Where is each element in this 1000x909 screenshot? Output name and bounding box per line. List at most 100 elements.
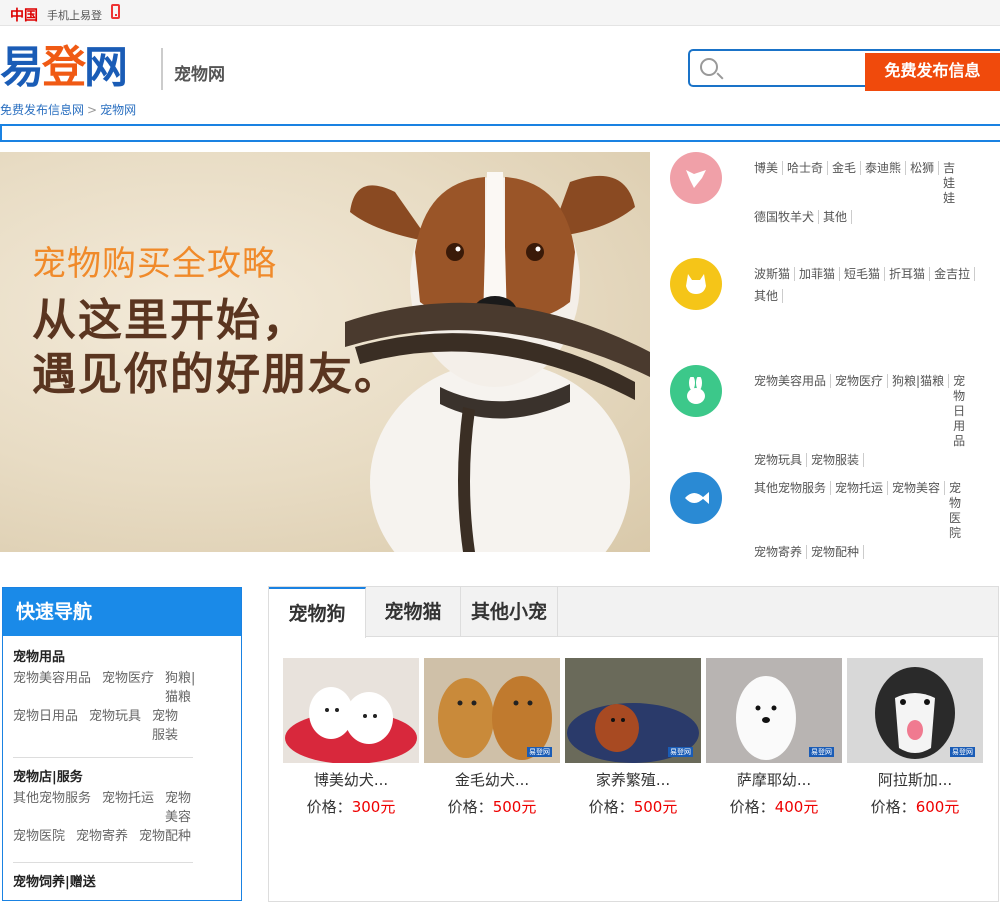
fish-icon[interactable] <box>670 472 722 524</box>
category-link[interactable]: 宠物美容用品 <box>750 374 832 388</box>
watermark: 易登网 <box>527 747 552 757</box>
quick-nav-section: 宠物店|服务 其他宠物服务 宠物托运 宠物美容 宠物医院 宠物寄养 宠物配种 <box>3 766 241 863</box>
breadcrumb-home[interactable]: 免费发布信息网 <box>0 103 84 117</box>
category-link[interactable]: 其他 <box>750 289 784 303</box>
logo-char-2: 登 <box>42 42 86 93</box>
quick-nav-link[interactable]: 宠物日用品 <box>13 707 78 726</box>
category-link[interactable]: 宠物寄养 <box>750 545 808 559</box>
channel-name[interactable]: 宠物网 <box>174 60 225 85</box>
pet-card[interactable]: 易登网 萨摩耶幼... 价格：400元 <box>706 658 842 817</box>
category-link[interactable]: 狗粮|猫粮 <box>888 374 950 388</box>
category-link[interactable]: 宠物医疗 <box>831 374 889 388</box>
tab-dogs[interactable]: 宠物狗 <box>269 587 366 638</box>
category-link[interactable]: 短毛猫 <box>840 267 886 281</box>
nav-bar <box>0 124 1000 142</box>
search-input[interactable] <box>726 55 856 81</box>
quick-nav-link[interactable]: 狗粮|猫粮 <box>165 669 197 707</box>
quick-nav-link[interactable]: 宠物美容用品 <box>13 669 91 688</box>
breadcrumb-separator: > <box>87 103 98 117</box>
logo-divider <box>161 48 163 90</box>
price-label: 价格： <box>729 798 775 816</box>
phone-icon[interactable] <box>111 4 120 19</box>
quick-nav-section-title[interactable]: 宠物饲养|赠送 <box>13 871 231 890</box>
category-links: 其他宠物服务 宠物托运 宠物美容 宠物医院宠物寄养 宠物配种 <box>750 477 990 563</box>
pet-photo[interactable] <box>283 658 419 763</box>
quick-nav-link[interactable]: 宠物配种 <box>139 827 191 846</box>
tab-small-pets[interactable]: 其他小宠 <box>461 587 558 637</box>
quick-nav-link[interactable]: 宠物医院 <box>13 827 65 846</box>
banner-headline: 宠物购买全攻略 <box>32 244 277 284</box>
category-link[interactable]: 波斯猫 <box>750 267 796 281</box>
price-label: 价格： <box>588 798 634 816</box>
category-link[interactable]: 折耳猫 <box>885 267 931 281</box>
dog-with-leash-image <box>345 172 650 552</box>
region-china-link[interactable]: 中国 <box>10 5 38 25</box>
category-links: 波斯猫 加菲猫 短毛猫 折耳猫 金吉拉其他 <box>750 263 990 307</box>
pet-card[interactable]: 易登网 阿拉斯加... 价格：600元 <box>847 658 983 817</box>
quick-nav-section-title[interactable]: 宠物用品 <box>13 646 231 665</box>
pet-title[interactable]: 金毛幼犬... <box>424 769 560 790</box>
price-value: 500元 <box>633 798 678 816</box>
pet-photo[interactable]: 易登网 <box>706 658 842 763</box>
category-link[interactable]: 博美 <box>750 161 784 175</box>
quick-nav-section: 宠物用品 宠物美容用品 宠物医疗 狗粮|猫粮 宠物日用品 宠物玩具 宠物服装 <box>3 636 241 758</box>
pet-card[interactable]: 易登网 金毛幼犬... 价格：500元 <box>424 658 560 817</box>
pet-title[interactable]: 博美幼犬... <box>283 769 419 790</box>
category-link[interactable]: 其他 <box>819 210 853 224</box>
dog-icon[interactable] <box>670 152 722 204</box>
category-link[interactable]: 宠物配种 <box>807 545 865 559</box>
cat-icon[interactable] <box>670 258 722 310</box>
pet-price: 价格：500元 <box>565 796 701 817</box>
category-link[interactable]: 宠物服装 <box>807 453 865 467</box>
watermark: 易登网 <box>809 747 834 757</box>
quick-nav-link[interactable]: 其他宠物服务 <box>13 789 91 808</box>
category-link[interactable]: 宠物托运 <box>831 481 889 495</box>
logo-char-1: 易 <box>0 42 44 93</box>
price-value: 300元 <box>351 798 396 816</box>
pet-photo[interactable]: 易登网 <box>424 658 560 763</box>
category-link[interactable]: 金吉拉 <box>930 267 976 281</box>
post-free-info-button[interactable]: 免费发布信息 <box>865 53 1000 91</box>
breadcrumb-current[interactable]: 宠物网 <box>100 103 136 117</box>
site-logo[interactable]: 易登网 <box>0 40 128 96</box>
logo-char-3: 网 <box>84 42 128 93</box>
category-link[interactable]: 加菲猫 <box>795 267 841 281</box>
quick-nav-link[interactable]: 宠物服装 <box>152 707 184 745</box>
category-link[interactable]: 宠物日用品 <box>949 374 979 449</box>
category-link[interactable]: 宠物玩具 <box>750 453 808 467</box>
price-value: 400元 <box>774 798 819 816</box>
quick-nav-link[interactable]: 宠物托运 <box>102 789 154 808</box>
quick-nav-link[interactable]: 宠物玩具 <box>89 707 141 726</box>
category-links: 博美 哈士奇 金毛 泰迪熊 松狮 吉娃娃德国牧羊犬 其他 <box>750 157 990 228</box>
category-link[interactable]: 其他宠物服务 <box>750 481 832 495</box>
quick-nav-section-title[interactable]: 宠物店|服务 <box>13 766 231 785</box>
price-value: 600元 <box>915 798 960 816</box>
quick-nav-link[interactable]: 宠物医疗 <box>102 669 154 688</box>
quick-nav-title: 快速导航 <box>3 588 241 636</box>
pet-photo[interactable]: 易登网 <box>565 658 701 763</box>
pet-title[interactable]: 家养繁殖... <box>565 769 701 790</box>
category-link[interactable]: 泰迪熊 <box>861 161 907 175</box>
quick-nav-section: 宠物饲养|赠送 <box>3 871 241 890</box>
category-link[interactable]: 松狮 <box>906 161 940 175</box>
tab-cats[interactable]: 宠物猫 <box>366 587 461 637</box>
pet-price: 价格：600元 <box>847 796 983 817</box>
pet-card[interactable]: 博美幼犬... 价格：300元 <box>283 658 419 817</box>
category-link[interactable]: 宠物医院 <box>945 481 975 541</box>
pet-title[interactable]: 萨摩耶幼... <box>706 769 842 790</box>
category-link[interactable]: 德国牧羊犬 <box>750 210 820 224</box>
category-link[interactable]: 吉娃娃 <box>939 161 969 206</box>
pet-title[interactable]: 阿拉斯加... <box>847 769 983 790</box>
pet-photo[interactable]: 易登网 <box>847 658 983 763</box>
category-link[interactable]: 哈士奇 <box>783 161 829 175</box>
category-link[interactable]: 金毛 <box>828 161 862 175</box>
quick-nav-link[interactable]: 宠物美容 <box>165 789 197 827</box>
quick-nav-link[interactable]: 宠物寄养 <box>76 827 128 846</box>
category-link[interactable]: 宠物美容 <box>888 481 946 495</box>
pet-card[interactable]: 易登网 家养繁殖... 价格：500元 <box>565 658 701 817</box>
watermark: 易登网 <box>668 747 693 757</box>
rabbit-icon[interactable] <box>670 365 722 417</box>
price-value: 500元 <box>492 798 537 816</box>
hero-banner[interactable]: 宠物购买全攻略 从这里开始， 遇见你的好朋友。 <box>0 152 650 552</box>
mobile-site-link[interactable]: 手机上易登 <box>47 7 102 23</box>
